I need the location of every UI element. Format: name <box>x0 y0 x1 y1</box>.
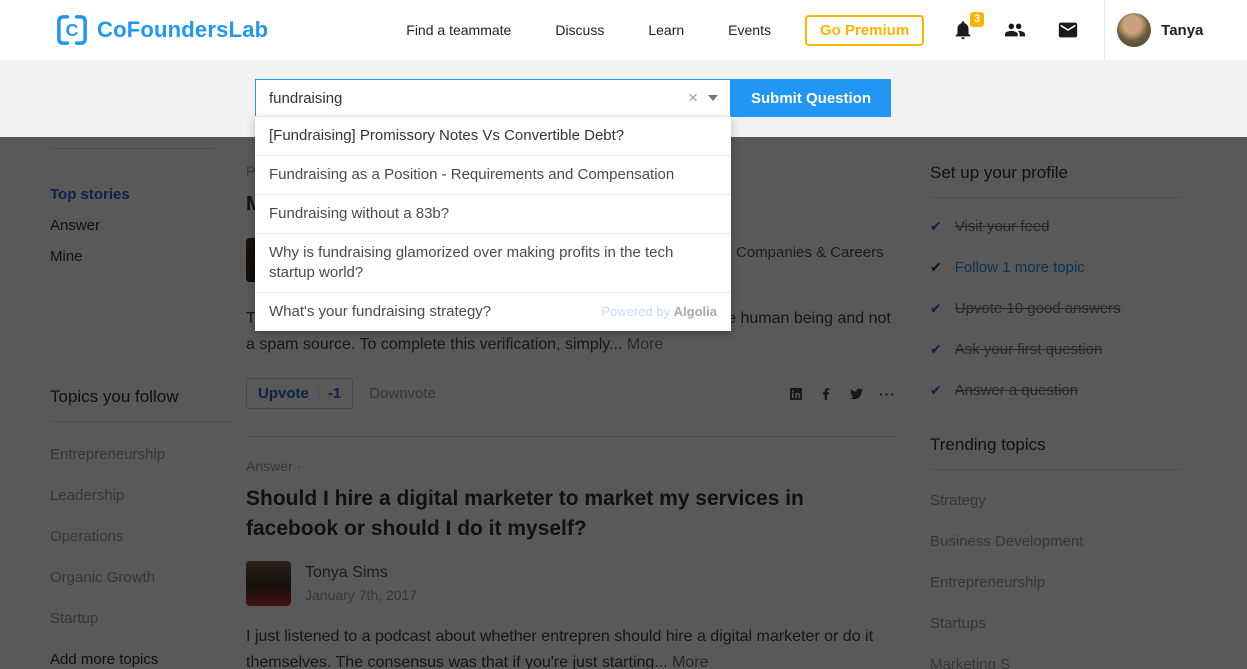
cofounderslab-logo[interactable]: C CoFoundersLab <box>55 13 268 47</box>
header-divider <box>1104 0 1105 60</box>
brand-name: CoFoundersLab <box>97 17 268 43</box>
suggestion-item[interactable]: Fundraising without a 83b? <box>255 195 731 234</box>
nav-find-a-teammate[interactable]: Find a teammate <box>406 22 511 38</box>
submit-question-button[interactable]: Submit Question <box>731 79 891 117</box>
top-navbar: C CoFoundersLab Find a teammate Discuss … <box>0 0 1247 60</box>
notification-count-badge: 3 <box>970 12 984 27</box>
user-avatar[interactable] <box>1117 13 1151 47</box>
user-name: Tanya <box>1161 22 1203 39</box>
svg-text:C: C <box>66 20 79 40</box>
nav-discuss[interactable]: Discuss <box>555 22 604 38</box>
chevron-down-icon[interactable] <box>708 95 718 101</box>
messages-envelope-icon[interactable] <box>1056 19 1080 41</box>
go-premium-button[interactable]: Go Premium <box>805 15 924 46</box>
user-menu[interactable]: Tanya <box>1117 13 1203 47</box>
brand-c-icon: C <box>55 13 89 47</box>
cofounderslab-page: C CoFoundersLab Find a teammate Discuss … <box>0 0 1247 669</box>
nav-learn[interactable]: Learn <box>648 22 684 38</box>
suggestion-item[interactable]: [Fundraising] Promissory Notes Vs Conver… <box>255 117 731 156</box>
algolia-attribution: Powered by Algolia <box>601 302 717 322</box>
suggestion-item[interactable]: Why is fundraising glamorized over makin… <box>255 234 731 293</box>
notifications-bell-icon[interactable]: 3 <box>952 19 974 41</box>
connections-people-icon[interactable] <box>1002 19 1028 41</box>
suggestion-item[interactable]: Fundraising as a Position - Requirements… <box>255 156 731 195</box>
suggestion-label: What's your fundraising strategy? <box>269 302 491 322</box>
search-input-wrap: × <box>255 79 731 117</box>
clear-search-icon[interactable]: × <box>682 88 704 108</box>
nav-events[interactable]: Events <box>728 22 771 38</box>
header-icons: 3 <box>952 19 1108 41</box>
suggestion-item[interactable]: What's your fundraising strategy? Powere… <box>255 293 731 331</box>
search-suggestions-dropdown: [Fundraising] Promissory Notes Vs Conver… <box>255 116 731 331</box>
main-nav: Find a teammate Discuss Learn Events Go … <box>406 15 924 46</box>
question-search-input[interactable] <box>256 80 682 116</box>
